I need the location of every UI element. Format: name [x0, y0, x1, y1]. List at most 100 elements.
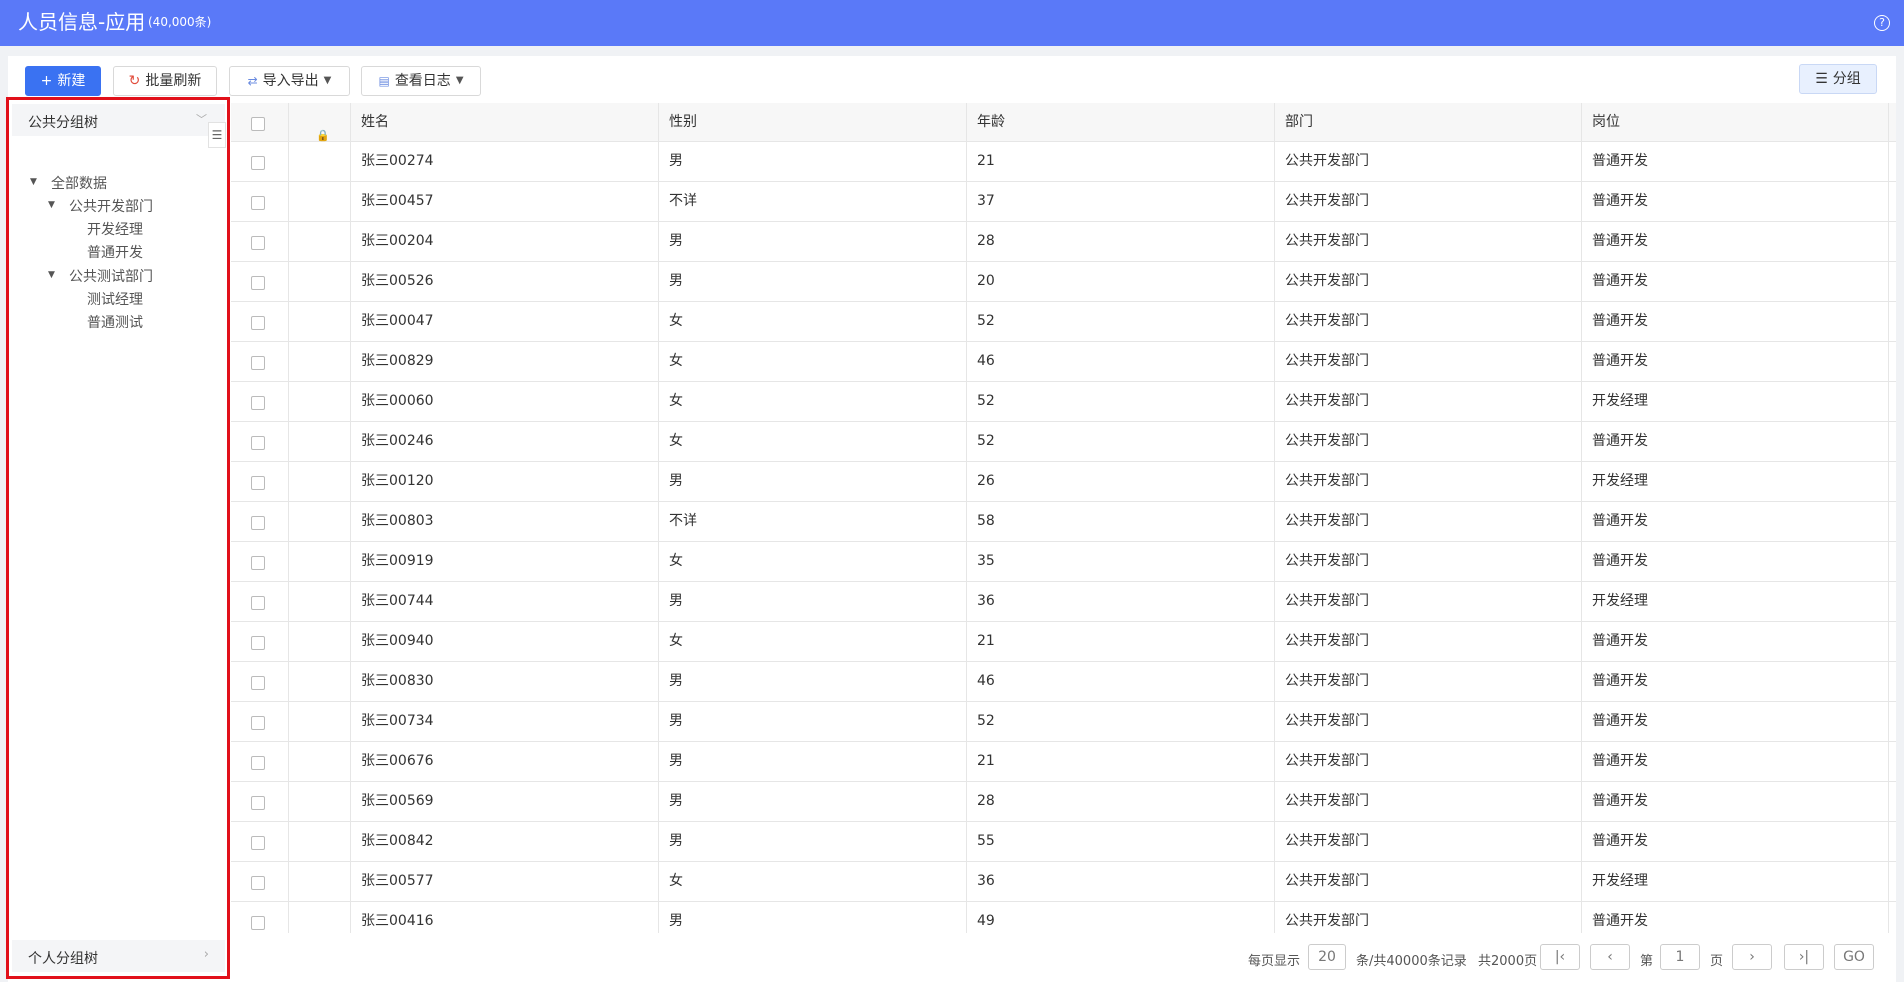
per-page-input[interactable]: 20 — [1308, 944, 1346, 970]
row-checkbox[interactable] — [251, 876, 265, 890]
group-button[interactable]: ☰ 分组 — [1799, 64, 1877, 94]
row-checkbox[interactable] — [251, 556, 265, 570]
cell-age: 20 — [967, 262, 1275, 301]
row-lock-cell — [289, 502, 351, 541]
cell-name: 张三00803 — [351, 502, 659, 541]
column-header-name[interactable]: 姓名 — [351, 103, 659, 141]
tree-node-test-normal[interactable]: 普通测试 — [87, 312, 143, 332]
row-checkbox[interactable] — [251, 716, 265, 730]
table-row[interactable]: 张三00416 男 49 公共开发部门 普通开发 — [231, 902, 1896, 933]
table-row[interactable]: 张三00577 女 36 公共开发部门 开发经理 — [231, 862, 1896, 902]
table-row[interactable]: 张三00204 男 28 公共开发部门 普通开发 — [231, 222, 1896, 262]
table-row[interactable]: 张三00919 女 35 公共开发部门 普通开发 — [231, 542, 1896, 582]
cell-name: 张三00676 — [351, 742, 659, 781]
table-row[interactable]: 张三00246 女 52 公共开发部门 普通开发 — [231, 422, 1896, 462]
table-row[interactable]: 张三00803 不详 58 公共开发部门 普通开发 — [231, 502, 1896, 542]
column-header-department[interactable]: 部门 — [1275, 103, 1582, 141]
tree-node-all[interactable]: 全部数据 — [51, 173, 107, 193]
column-header-position[interactable]: 岗位 — [1582, 103, 1889, 141]
tree-node-dev-manager[interactable]: 开发经理 — [87, 219, 143, 239]
row-checkbox[interactable] — [251, 636, 265, 650]
table-row[interactable]: 张三00047 女 52 公共开发部门 普通开发 — [231, 302, 1896, 342]
prev-page-icon[interactable]: ‹ — [1590, 944, 1630, 970]
batch-refresh-button[interactable]: ↻ 批量刷新 — [113, 66, 217, 96]
cell-gender: 不详 — [659, 182, 967, 221]
table-row[interactable]: 张三00829 女 46 公共开发部门 普通开发 — [231, 342, 1896, 382]
table-row[interactable]: 张三00842 男 55 公共开发部门 普通开发 — [231, 822, 1896, 862]
collapse-sidebar-icon[interactable]: ☰ — [208, 122, 226, 148]
row-lock-cell — [289, 702, 351, 741]
first-page-icon[interactable]: |‹ — [1540, 944, 1580, 970]
row-checkbox[interactable] — [251, 436, 265, 450]
cell-gender: 男 — [659, 142, 967, 181]
table-row[interactable]: 张三00526 男 20 公共开发部门 普通开发 — [231, 262, 1896, 302]
row-select-cell — [231, 542, 289, 581]
table-row[interactable]: 张三00744 男 36 公共开发部门 开发经理 — [231, 582, 1896, 622]
cell-age: 35 — [967, 542, 1275, 581]
row-checkbox[interactable] — [251, 516, 265, 530]
cell-position: 普通开发 — [1582, 702, 1889, 741]
cell-name: 张三00416 — [351, 902, 659, 933]
row-select-cell — [231, 222, 289, 261]
cell-name: 张三00919 — [351, 542, 659, 581]
cell-gender: 女 — [659, 422, 967, 461]
table-row[interactable]: 张三00940 女 21 公共开发部门 普通开发 — [231, 622, 1896, 662]
import-export-icon: ⇄ — [247, 74, 258, 88]
last-page-icon[interactable]: ›| — [1784, 944, 1824, 970]
row-lock-cell — [289, 622, 351, 661]
import-export-button[interactable]: ⇄ 导入导出 ▼ — [229, 66, 350, 96]
view-log-button[interactable]: ▤ 查看日志 ▼ — [361, 66, 481, 96]
table-row[interactable]: 张三00457 不详 37 公共开发部门 普通开发 — [231, 182, 1896, 222]
tree-node-dev-dept[interactable]: 公共开发部门 — [69, 196, 153, 216]
row-checkbox[interactable] — [251, 316, 265, 330]
row-checkbox[interactable] — [251, 836, 265, 850]
table-row[interactable]: 张三00274 男 21 公共开发部门 普通开发 — [231, 142, 1896, 182]
public-tree-header[interactable]: 公共分组树 ﹀ — [12, 104, 225, 136]
table-row[interactable]: 张三00830 男 46 公共开发部门 普通开发 — [231, 662, 1896, 702]
help-icon[interactable]: ? — [1874, 15, 1890, 31]
column-header-gender[interactable]: 性别 — [659, 103, 967, 141]
row-checkbox[interactable] — [251, 916, 265, 930]
table-row[interactable]: 张三00734 男 52 公共开发部门 普通开发 — [231, 702, 1896, 742]
row-checkbox[interactable] — [251, 356, 265, 370]
cell-department: 公共开发部门 — [1275, 662, 1582, 701]
row-lock-cell — [289, 382, 351, 421]
row-checkbox[interactable] — [251, 196, 265, 210]
row-checkbox[interactable] — [251, 236, 265, 250]
row-checkbox[interactable] — [251, 476, 265, 490]
row-checkbox[interactable] — [251, 796, 265, 810]
cell-position: 普通开发 — [1582, 142, 1889, 181]
row-checkbox[interactable] — [251, 596, 265, 610]
column-header-age[interactable]: 年龄 — [967, 103, 1275, 141]
row-checkbox[interactable] — [251, 676, 265, 690]
row-select-cell — [231, 182, 289, 221]
row-checkbox[interactable] — [251, 276, 265, 290]
tree-node-dev-normal[interactable]: 普通开发 — [87, 242, 143, 262]
caret-down-icon[interactable]: ▼ — [30, 177, 37, 187]
cell-age: 52 — [967, 382, 1275, 421]
cell-gender: 男 — [659, 662, 967, 701]
row-checkbox[interactable] — [251, 756, 265, 770]
next-page-icon[interactable]: › — [1732, 944, 1772, 970]
caret-down-icon[interactable]: ▼ — [48, 270, 55, 280]
cell-age: 58 — [967, 502, 1275, 541]
row-checkbox[interactable] — [251, 396, 265, 410]
page-input[interactable]: 1 — [1660, 944, 1700, 970]
tree-node-test-dept[interactable]: 公共测试部门 — [69, 266, 153, 286]
table-row[interactable]: 张三00569 男 28 公共开发部门 普通开发 — [231, 782, 1896, 822]
cell-position: 普通开发 — [1582, 422, 1889, 461]
row-checkbox[interactable] — [251, 156, 265, 170]
go-button[interactable]: GO — [1834, 944, 1874, 970]
new-button[interactable]: + 新建 — [25, 66, 101, 96]
table-row[interactable]: 张三00060 女 52 公共开发部门 开发经理 — [231, 382, 1896, 422]
cell-gender: 男 — [659, 462, 967, 501]
cell-gender: 男 — [659, 702, 967, 741]
select-all-checkbox[interactable] — [251, 117, 265, 131]
cell-name: 张三00577 — [351, 862, 659, 901]
cell-gender: 不详 — [659, 502, 967, 541]
table-row[interactable]: 张三00120 男 26 公共开发部门 开发经理 — [231, 462, 1896, 502]
app-header: 人员信息-应用 (40,000条) ? — [0, 0, 1904, 46]
tree-node-test-manager[interactable]: 测试经理 — [87, 289, 143, 309]
caret-down-icon[interactable]: ▼ — [48, 200, 55, 210]
table-row[interactable]: 张三00676 男 21 公共开发部门 普通开发 — [231, 742, 1896, 782]
